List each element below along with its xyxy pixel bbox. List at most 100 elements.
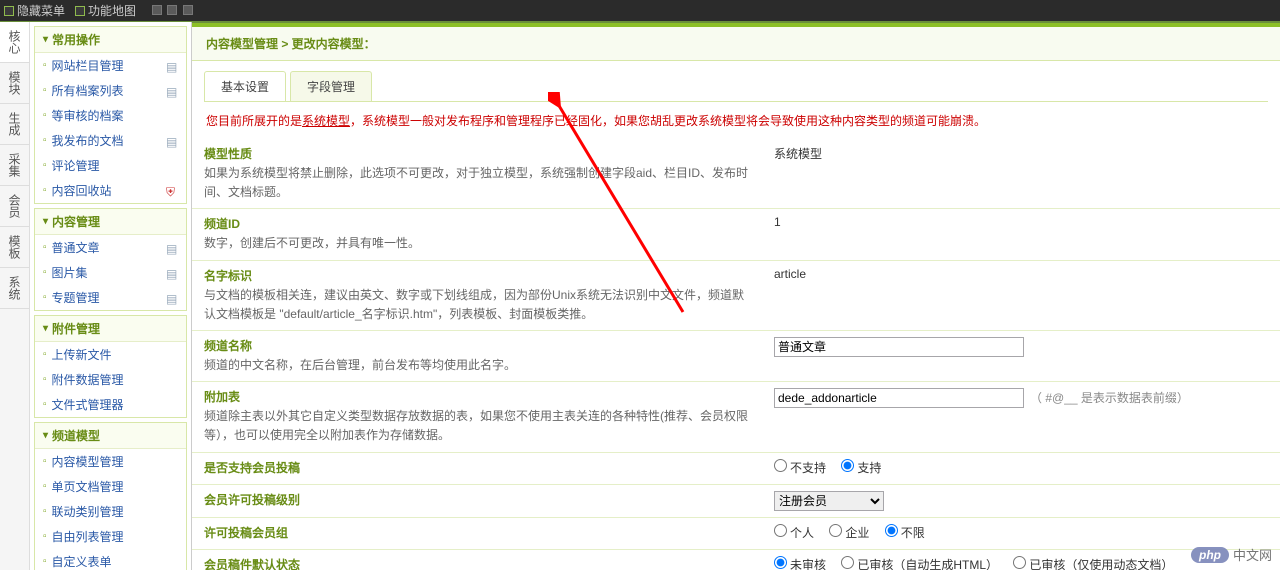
label-title: 是否支持会员投稿 bbox=[204, 459, 750, 476]
channel-name-input[interactable] bbox=[774, 337, 1024, 357]
sidebar-item-label: 单页文档管理 bbox=[52, 478, 124, 495]
left-tab-system[interactable]: 系统 bbox=[0, 268, 29, 309]
row-channel-id: 频道ID数字，创建后不可更改，并具有唯一性。 1 bbox=[192, 209, 1280, 260]
side-header[interactable]: ▾频道模型 bbox=[35, 423, 186, 448]
sidebar-item-free-list[interactable]: ▫自由列表管理 bbox=[35, 524, 186, 549]
sidebar-item-article[interactable]: ▫普通文章▤ bbox=[35, 235, 186, 260]
tab-basic[interactable]: 基本设置 bbox=[204, 71, 286, 101]
page-icon: ▤ bbox=[166, 292, 178, 304]
radio-no-support[interactable]: 不支持 bbox=[774, 461, 826, 475]
left-tab-collect[interactable]: 采集 bbox=[0, 145, 29, 186]
dot-icon bbox=[152, 5, 162, 15]
left-tab-core[interactable]: 核心 bbox=[0, 22, 29, 63]
side-section-content: ▾内容管理 ▫普通文章▤ ▫图片集▤ ▫专题管理▤ bbox=[34, 208, 187, 311]
tab-fields[interactable]: 字段管理 bbox=[290, 71, 372, 101]
radio-input[interactable] bbox=[774, 524, 787, 537]
sidebar-item-pending[interactable]: ▫等审核的档案 bbox=[35, 103, 186, 128]
member-level-select[interactable]: 注册会员 bbox=[774, 491, 884, 511]
sidebar-item-comments[interactable]: ▫评论管理 bbox=[35, 153, 186, 178]
side-header[interactable]: ▾常用操作 bbox=[35, 27, 186, 52]
sidebar-item-single-page[interactable]: ▫单页文档管理 bbox=[35, 474, 186, 499]
bullet-icon: ▫ bbox=[43, 85, 47, 96]
side-header[interactable]: ▾附件管理 bbox=[35, 316, 186, 341]
func-map-label: 功能地图 bbox=[88, 2, 136, 19]
channel-id-value: 1 bbox=[774, 215, 781, 229]
topbar: 隐藏菜单 功能地图 bbox=[0, 0, 1280, 22]
row-model-nature: 模型性质如果为系统模型将禁止删除，此选项不可更改，对于独立模型，系统强制创建字段… bbox=[192, 139, 1280, 209]
radio-input[interactable] bbox=[829, 524, 842, 537]
sidebar-item-label: 上传新文件 bbox=[52, 346, 112, 363]
topbar-dots bbox=[151, 4, 194, 18]
sidebar-item-label: 图片集 bbox=[52, 264, 88, 281]
radio-label: 不支持 bbox=[790, 461, 826, 475]
bullet-icon: ▫ bbox=[43, 185, 47, 196]
row-channel-name: 频道名称频道的中文名称，在后台管理，前台发布等均使用此名字。 bbox=[192, 330, 1280, 381]
radio-personal[interactable]: 个人 bbox=[774, 526, 814, 540]
radio-label: 未审核 bbox=[790, 558, 826, 570]
breadcrumb: 内容模型管理 > 更改内容模型： bbox=[192, 27, 1280, 61]
radio-label: 支持 bbox=[857, 461, 881, 475]
left-tab-template[interactable]: 模板 bbox=[0, 227, 29, 268]
label-title: 许可投稿会员组 bbox=[204, 524, 750, 541]
sidebar-item-label: 联动类别管理 bbox=[52, 503, 124, 520]
side-section-channel: ▾频道模型 ▫内容模型管理 ▫单页文档管理 ▫联动类别管理 ▫自由列表管理 ▫自… bbox=[34, 422, 187, 570]
content-area: 内容模型管理 > 更改内容模型： 基本设置 字段管理 您目前所展开的是系统模型，… bbox=[192, 22, 1280, 570]
radio-audited-html[interactable]: 已审核（自动生成HTML） bbox=[841, 558, 998, 570]
radio-input[interactable] bbox=[885, 524, 898, 537]
radio-audited-dynamic[interactable]: 已审核（仅使用动态文档） bbox=[1013, 558, 1173, 570]
hide-menu-btn[interactable]: 隐藏菜单 bbox=[4, 2, 65, 19]
left-nav: 核心 模块 生成 采集 会员 模板 系统 bbox=[0, 22, 30, 570]
sidebar-item-site-column[interactable]: ▫网站栏目管理▤ bbox=[35, 53, 186, 78]
page-icon: ▤ bbox=[166, 135, 178, 147]
bullet-icon: ▫ bbox=[43, 135, 47, 146]
sidebar-item-attach-data[interactable]: ▫附件数据管理 bbox=[35, 367, 186, 392]
bullet-icon: ▫ bbox=[43, 556, 47, 567]
sidebar-item-linkage[interactable]: ▫联动类别管理 bbox=[35, 499, 186, 524]
sidebar-item-custom-form[interactable]: ▫ 自定义表单 bbox=[35, 549, 186, 570]
bullet-icon: ▫ bbox=[43, 531, 47, 542]
sidebar-item-upload[interactable]: ▫上传新文件 bbox=[35, 342, 186, 367]
side-header[interactable]: ▾内容管理 bbox=[35, 209, 186, 234]
sidebar-item-label: 文件式管理器 bbox=[52, 396, 124, 413]
sidebar-item-gallery[interactable]: ▫图片集▤ bbox=[35, 260, 186, 285]
label-title: 频道ID bbox=[204, 215, 750, 232]
left-tab-module[interactable]: 模块 bbox=[0, 63, 29, 104]
caret-down-icon: ▾ bbox=[43, 34, 48, 45]
sidebar-item-file-mgr[interactable]: ▫文件式管理器 bbox=[35, 392, 186, 417]
radio-enterprise[interactable]: 企业 bbox=[829, 526, 869, 540]
radio-unaudited[interactable]: 未审核 bbox=[774, 558, 826, 570]
bullet-icon: ▫ bbox=[43, 60, 47, 71]
sidebar-item-label: 自定义表单 bbox=[52, 553, 112, 570]
radio-input[interactable] bbox=[841, 459, 854, 472]
label-title: 会员稿件默认状态 bbox=[204, 556, 750, 570]
grid-icon bbox=[4, 6, 14, 16]
radio-unlimited[interactable]: 不限 bbox=[885, 526, 925, 540]
sidebar-item-label: 评论管理 bbox=[52, 157, 100, 174]
row-addon-table: 附加表频道除主表以外其它自定义类型数据存放数据的表，如果您不使用主表关连的各种特… bbox=[192, 382, 1280, 452]
radio-label: 不限 bbox=[901, 526, 925, 540]
side-header-label: 附件管理 bbox=[52, 320, 100, 337]
left-tab-member[interactable]: 会员 bbox=[0, 186, 29, 227]
sidebar-item-my-docs[interactable]: ▫ 我发布的文档 ▤ bbox=[35, 128, 186, 153]
sidebar-item-all-docs[interactable]: ▫所有档案列表▤ bbox=[35, 78, 186, 103]
func-map-btn[interactable]: 功能地图 bbox=[75, 2, 136, 19]
radio-input[interactable] bbox=[1013, 556, 1026, 569]
radio-input[interactable] bbox=[774, 459, 787, 472]
row-default-status: 会员稿件默认状态 未审核 已审核（自动生成HTML） 已审核（仅使用动态文档） bbox=[192, 549, 1280, 570]
sidebar-item-label: 我发布的文档 bbox=[52, 132, 124, 149]
model-nature-value: 系统模型 bbox=[774, 147, 822, 161]
left-tab-generate[interactable]: 生成 bbox=[0, 104, 29, 145]
radio-support[interactable]: 支持 bbox=[841, 461, 881, 475]
label-desc: 频道除主表以外其它自定义类型数据存放数据的表，如果您不使用主表关连的各种特性(推… bbox=[204, 407, 750, 445]
radio-input[interactable] bbox=[774, 556, 787, 569]
warn-p2: ，系统模型一般对发布程序和管理程序已经固化，如果您胡乱更改系统模型将会导致使用这… bbox=[350, 114, 986, 128]
radio-input[interactable] bbox=[841, 556, 854, 569]
warning-text: 您目前所展开的是系统模型，系统模型一般对发布程序和管理程序已经固化，如果您胡乱更… bbox=[192, 102, 1280, 139]
sidebar: ▾常用操作 ▫网站栏目管理▤ ▫所有档案列表▤ ▫等审核的档案 ▫ 我发布的文档 ▤… bbox=[30, 22, 192, 570]
addon-table-input[interactable] bbox=[774, 388, 1024, 408]
sidebar-item-topic[interactable]: ▫专题管理▤ bbox=[35, 285, 186, 310]
label-title: 模型性质 bbox=[204, 145, 750, 162]
sidebar-item-content-model[interactable]: ▫内容模型管理 bbox=[35, 449, 186, 474]
tabs: 基本设置 字段管理 bbox=[204, 71, 1268, 102]
sidebar-item-recycle[interactable]: ▫内容回收站⛨ bbox=[35, 178, 186, 203]
